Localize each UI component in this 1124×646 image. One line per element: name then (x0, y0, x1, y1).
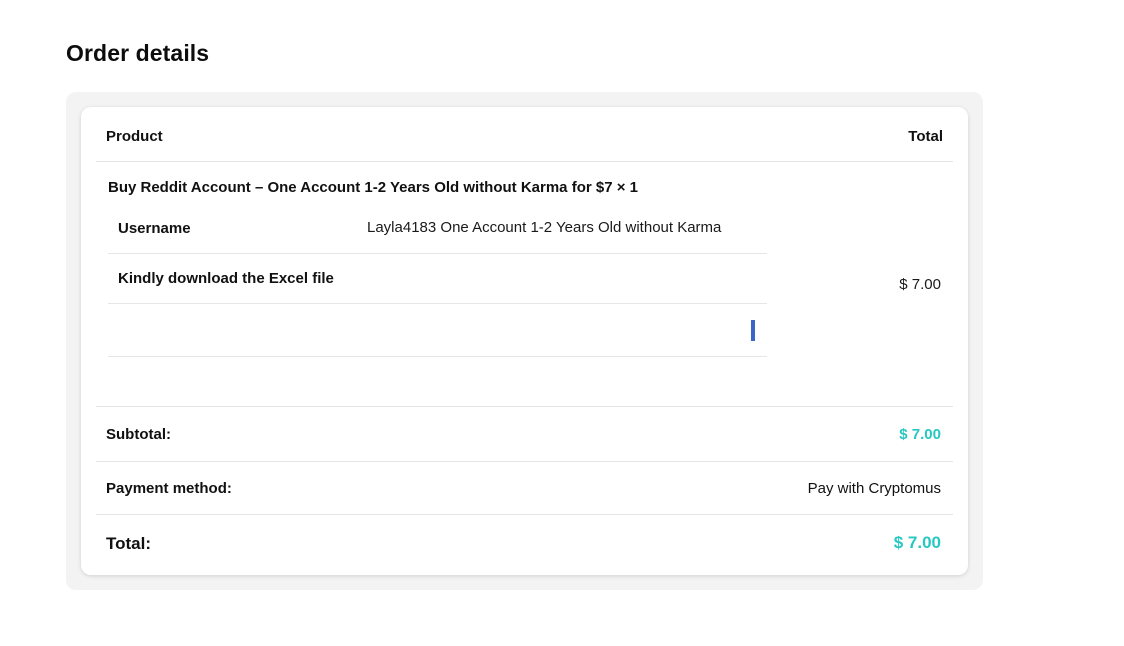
payment-method-value: Pay with Cryptomus (807, 480, 941, 497)
username-value: Layla4183 One Account 1-2 Years Old with… (367, 219, 722, 236)
grand-total-value: $ 7.00 (893, 533, 941, 552)
meta-row-username: Username Layla4183 One Account 1-2 Years… (108, 206, 767, 254)
grand-total-row: Total: $ 7.00 (96, 515, 953, 575)
order-item-row: Buy Reddit Account – One Account 1-2 Yea… (96, 162, 953, 407)
meta-row-download: Kindly download the Excel file (108, 254, 767, 304)
download-label: Kindly download the Excel file (118, 270, 334, 287)
payment-method-label: Payment method: (106, 480, 232, 497)
subtotal-value: $ 7.00 (899, 426, 941, 443)
subtotal-label: Subtotal: (106, 426, 171, 443)
grand-total-label: Total: (106, 534, 152, 553)
username-label: Username (118, 220, 191, 237)
item-meta-table: Username Layla4183 One Account 1-2 Years… (108, 206, 767, 357)
subtotal-row: Subtotal: $ 7.00 (96, 407, 953, 462)
excel-file-link[interactable] (751, 320, 755, 341)
product-column-header: Product (106, 128, 163, 145)
total-column-header: Total (908, 128, 943, 145)
page-title: Order details (66, 40, 210, 66)
order-details-table: Product Total Buy Reddit Account – One A… (81, 107, 968, 575)
item-total-value: $ 7.00 (899, 276, 941, 293)
order-details-card: Product Total Buy Reddit Account – One A… (66, 92, 983, 590)
table-header: Product Total (96, 107, 953, 162)
meta-row-file (108, 304, 767, 357)
payment-method-row: Payment method: Pay with Cryptomus (96, 462, 953, 515)
product-name-link[interactable]: Buy Reddit Account – One Account 1-2 Yea… (108, 179, 638, 196)
